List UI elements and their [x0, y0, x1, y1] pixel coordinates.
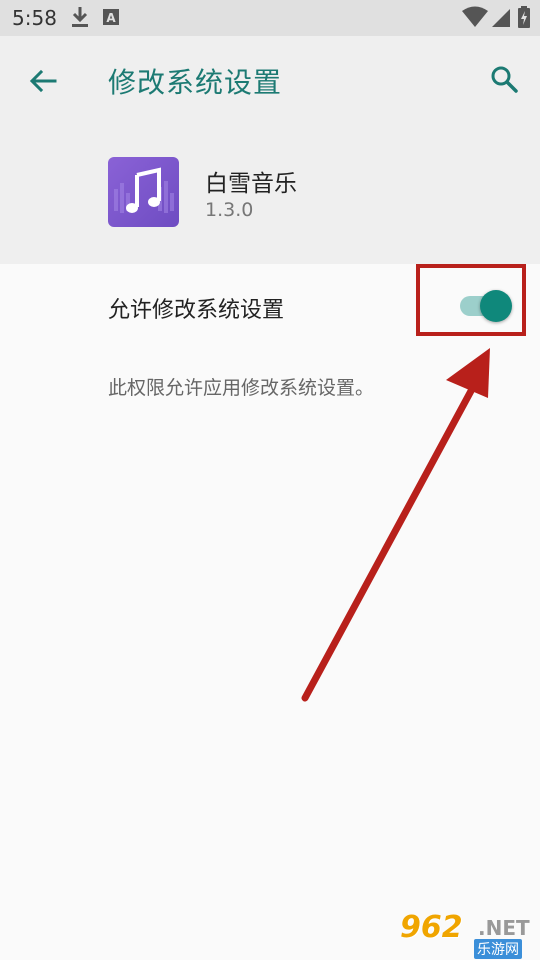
- status-bar: 5:58 A: [0, 0, 540, 36]
- watermark-suffix: .NET: [478, 916, 530, 940]
- setting-label[interactable]: 允许修改系统设置: [108, 292, 284, 324]
- app-version: 1.3.0: [205, 199, 254, 221]
- music-note-icon: [114, 167, 174, 213]
- battery-charging-icon: [518, 6, 530, 28]
- highlight-box: [416, 264, 526, 336]
- wifi-icon: [462, 6, 488, 27]
- app-name: 白雪音乐: [205, 171, 297, 197]
- watermark: 962 .NET 乐游网: [400, 906, 540, 960]
- app-icon: [108, 157, 179, 227]
- watermark-logo: 962: [400, 910, 463, 945]
- status-time: 5:58: [12, 6, 57, 30]
- page-title: 修改系统设置: [108, 66, 283, 99]
- watermark-sub: 乐游网: [474, 939, 522, 959]
- back-button[interactable]: [22, 60, 64, 102]
- signal-icon: [492, 9, 510, 27]
- svg-text:A: A: [106, 11, 116, 25]
- arrow-left-icon: [29, 69, 57, 93]
- settings-content: [0, 264, 540, 960]
- download-icon: [72, 7, 88, 27]
- search-icon: [491, 66, 518, 93]
- search-button[interactable]: [484, 58, 524, 100]
- setting-description: 此权限允许应用修改系统设置。: [108, 377, 375, 399]
- font-a-icon: A: [103, 9, 119, 25]
